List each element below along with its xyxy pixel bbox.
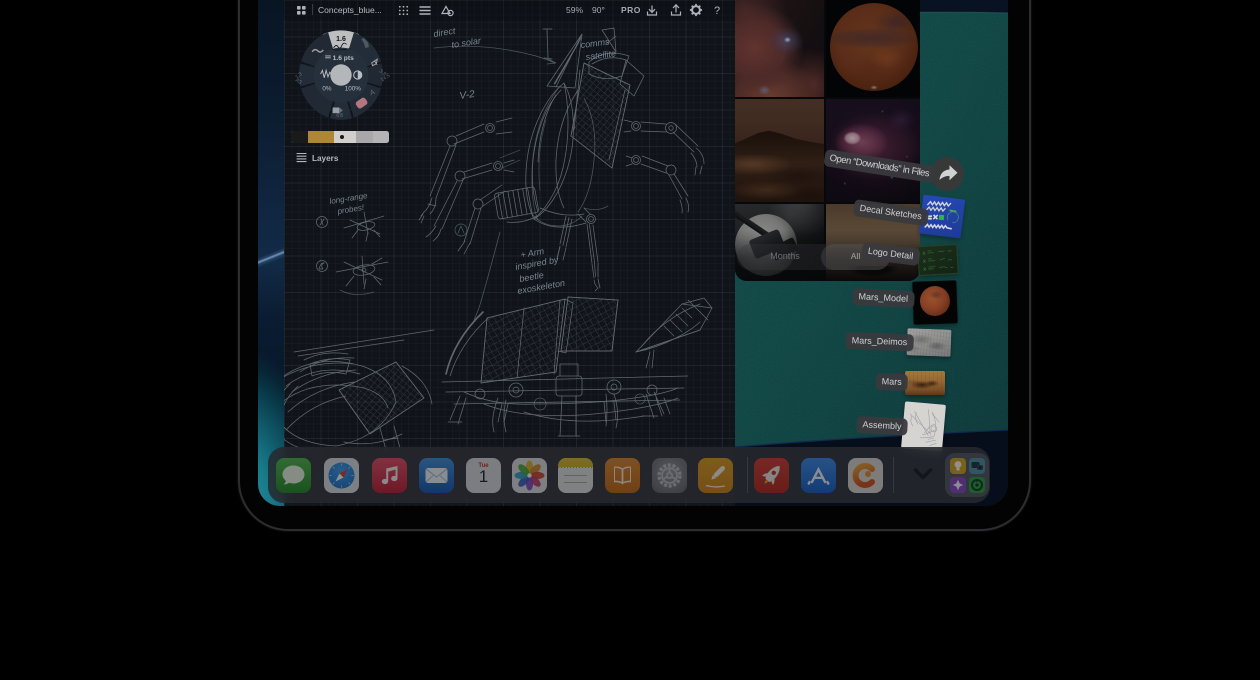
- svg-text:1.6: 1.6: [336, 36, 346, 43]
- svg-text:Layers: Layers: [312, 154, 339, 163]
- svg-text:1.6 pts: 1.6 pts: [333, 55, 354, 62]
- svg-text:6'8: 6'8: [336, 113, 343, 119]
- svg-text:Concepts_blue...: Concepts_blue...: [318, 5, 382, 15]
- svg-text:100%: 100%: [345, 85, 362, 92]
- svg-text:0%: 0%: [322, 85, 332, 92]
- svg-text:59%: 59%: [566, 5, 583, 15]
- svg-text:90°: 90°: [592, 5, 605, 15]
- svg-text:?: ?: [714, 5, 720, 17]
- svg-text:PRO: PRO: [621, 5, 641, 15]
